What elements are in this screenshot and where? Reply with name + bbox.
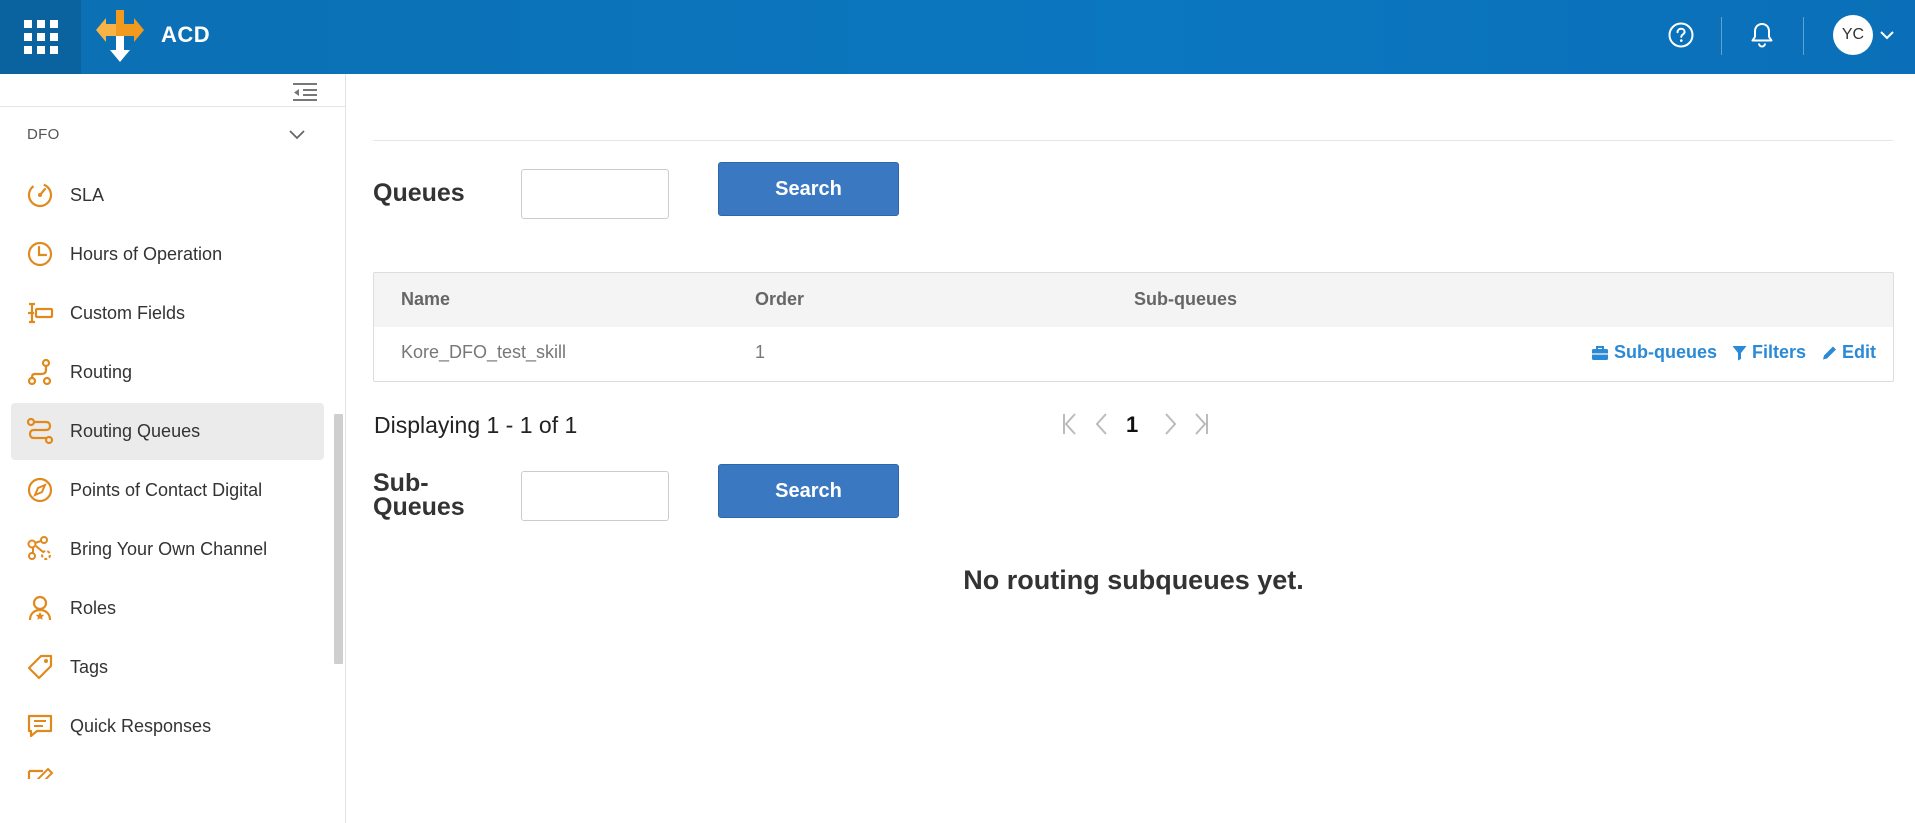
column-header-order[interactable]: Order bbox=[755, 289, 804, 310]
sidebar-item-label: Custom Fields bbox=[70, 303, 186, 323]
divider bbox=[373, 140, 1893, 141]
sidebar-item-bring-your-own-channel[interactable]: Bring Your Own Channel bbox=[11, 521, 324, 578]
sidebar-item-label: Hours of Operation bbox=[70, 244, 223, 264]
edit-action-label: Edit bbox=[1842, 342, 1876, 362]
first-page-icon[interactable] bbox=[1057, 409, 1083, 439]
custom-fields-icon bbox=[28, 302, 54, 324]
subqueues-search-button[interactable]: Search bbox=[718, 464, 899, 518]
filters-action-label: Filters bbox=[1752, 342, 1807, 362]
last-page-icon[interactable] bbox=[1188, 409, 1214, 439]
sidebar-scrollbar[interactable] bbox=[334, 414, 343, 664]
queue-name-cell: Kore_DFO_test_skill bbox=[401, 342, 567, 362]
table-row: Kore_DFO_test_skill 1 Sub-queues Filters bbox=[374, 327, 1893, 381]
compass-icon bbox=[27, 477, 53, 503]
user-role-icon bbox=[28, 595, 52, 621]
header-divider bbox=[1721, 17, 1722, 55]
sidebar-item-points-of-contact-digital[interactable]: Points of Contact Digital bbox=[11, 462, 324, 519]
subqueues-title: Sub- Queues bbox=[373, 469, 465, 521]
sidebar-divider bbox=[0, 106, 345, 107]
next-page-icon[interactable] bbox=[1157, 409, 1183, 439]
gauge-icon bbox=[27, 182, 53, 208]
subqueues-search-input[interactable] bbox=[521, 471, 669, 521]
sidebar-item-label: Roles bbox=[70, 598, 117, 618]
edit-action-link[interactable]: Edit bbox=[1822, 342, 1876, 363]
sidebar-item-roles[interactable]: Roles bbox=[11, 580, 324, 637]
queues-title: Queues bbox=[373, 179, 465, 207]
app-title: ACD bbox=[161, 22, 211, 47]
channel-hub-icon bbox=[27, 536, 51, 560]
sidebar-item-custom-fields[interactable]: Custom Fields bbox=[11, 285, 324, 342]
sidebar-item-sla[interactable]: SLA bbox=[11, 167, 324, 224]
routing-queues-icon bbox=[26, 417, 54, 445]
edit-note-icon bbox=[27, 767, 54, 779]
user-avatar[interactable]: YC bbox=[1833, 15, 1873, 55]
table-header: Name Order Sub-queues bbox=[374, 273, 1893, 327]
top-bar: ACD YC bbox=[0, 0, 1915, 74]
main-content: Queues Search Name Order Sub-queues Kore… bbox=[346, 74, 1915, 823]
previous-page-icon[interactable] bbox=[1089, 409, 1115, 439]
subqueues-title-line1: Sub- bbox=[373, 469, 429, 497]
empty-state-message: No routing subqueues yet. bbox=[963, 565, 1304, 595]
notification-bell-icon[interactable] bbox=[1745, 18, 1779, 52]
current-page-number[interactable]: 1 bbox=[1126, 412, 1138, 438]
sidebar-item-label: Routing Queues bbox=[70, 421, 201, 441]
help-icon[interactable] bbox=[1664, 18, 1698, 52]
sidebar-section-title: DFO bbox=[27, 126, 60, 143]
pencil-icon bbox=[1823, 346, 1836, 359]
queues-table: Name Order Sub-queues Kore_DFO_test_skil… bbox=[373, 272, 1894, 382]
column-header-subqueues: Sub-queues bbox=[1134, 289, 1238, 309]
subqueues-action-link[interactable]: Sub-queues bbox=[1591, 342, 1717, 363]
queues-search-button[interactable]: Search bbox=[718, 162, 899, 216]
chat-icon bbox=[27, 714, 53, 738]
app-launcher-button[interactable] bbox=[0, 0, 81, 74]
sidebar: DFO SLA Hours of Operation Custom Fields bbox=[0, 74, 346, 823]
queue-order-cell: 1 bbox=[755, 342, 766, 362]
clock-icon bbox=[27, 241, 53, 267]
briefcase-icon bbox=[1592, 345, 1608, 360]
header-divider bbox=[1803, 17, 1804, 55]
routing-icon bbox=[27, 358, 52, 386]
collapse-sidebar-icon[interactable] bbox=[290, 80, 320, 104]
sidebar-item-label: Points of Contact Digital bbox=[70, 480, 263, 500]
sidebar-item-quick-responses[interactable]: Quick Responses bbox=[11, 698, 324, 755]
sidebar-item-hours-of-operation[interactable]: Hours of Operation bbox=[11, 226, 324, 283]
pagination-info: Displaying 1 - 1 of 1 bbox=[374, 412, 578, 438]
filters-action-link[interactable]: Filters bbox=[1732, 342, 1806, 363]
sidebar-item-partial[interactable] bbox=[11, 757, 324, 779]
subqueues-action-label: Sub-queues bbox=[1614, 342, 1718, 362]
chevron-down-icon[interactable] bbox=[287, 124, 307, 144]
column-header-name[interactable]: Name bbox=[401, 289, 450, 310]
sidebar-item-routing[interactable]: Routing bbox=[11, 344, 324, 401]
app-grid-icon bbox=[23, 20, 58, 54]
tag-icon bbox=[27, 654, 53, 680]
queues-search-input[interactable] bbox=[521, 169, 669, 219]
sidebar-item-label: SLA bbox=[70, 185, 105, 205]
subqueues-title-line2: Queues bbox=[373, 493, 465, 521]
chevron-down-icon[interactable] bbox=[1878, 26, 1896, 44]
sidebar-item-label: Routing bbox=[70, 362, 133, 382]
filter-icon bbox=[1732, 345, 1747, 360]
sidebar-item-label: Tags bbox=[70, 657, 109, 677]
acd-logo-icon bbox=[96, 10, 144, 62]
sidebar-item-label: Quick Responses bbox=[70, 716, 212, 736]
sidebar-item-tags[interactable]: Tags bbox=[11, 639, 324, 696]
sidebar-item-routing-queues[interactable]: Routing Queues bbox=[11, 403, 324, 460]
sidebar-item-label: Bring Your Own Channel bbox=[70, 539, 268, 559]
